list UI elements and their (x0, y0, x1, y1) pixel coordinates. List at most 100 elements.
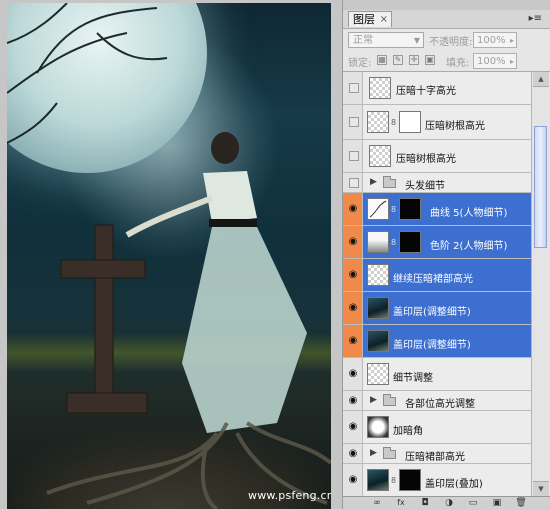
close-icon[interactable]: × (380, 12, 388, 28)
layers-scrollbar[interactable]: ▲ ▼ (531, 72, 550, 496)
chevron-right-icon[interactable]: ▶ (370, 177, 377, 187)
fx-icon[interactable]: fx (395, 498, 407, 508)
visibility-toggle[interactable]: ◉ (343, 358, 363, 390)
eye-icon: ◉ (348, 395, 358, 406)
mask-thumbnail[interactable] (399, 198, 421, 220)
tab-layers[interactable]: 图层 × (348, 11, 392, 27)
chevron-right-icon[interactable]: ▶ (370, 448, 377, 458)
visibility-toggle[interactable]: ◉ (343, 411, 363, 443)
chevron-down-icon: ▼ (413, 36, 420, 45)
fill-field[interactable]: 100% ▸ (473, 53, 517, 69)
layer-group-row[interactable]: ◉ ▶ 压暗裙部高光 (343, 444, 531, 464)
visibility-toggle[interactable]: ◉ (343, 325, 363, 357)
layer-name: 盖印层(叠加) (425, 479, 483, 490)
mask-thumbnail[interactable] (399, 111, 421, 133)
opacity-value: 100% (477, 35, 506, 46)
lock-label: 锁定: (348, 58, 372, 69)
blend-mode-select[interactable]: 正常 ▼ (348, 32, 424, 48)
layer-name: 压暗树根高光 (425, 121, 485, 132)
layer-row-selected[interactable]: ◉ 8 曲线 5(人物细节) (343, 193, 531, 226)
layer-group-row[interactable]: ◉ ▶ 各部位高光调整 (343, 391, 531, 411)
scroll-up-icon[interactable]: ▲ (533, 72, 549, 87)
eye-icon: ◉ (348, 302, 358, 313)
layer-thumbnail (367, 469, 389, 491)
artwork-image[interactable]: www.psfeng.cn (7, 3, 331, 509)
layer-row[interactable]: ◉ 8 盖印层(叠加) (343, 464, 531, 496)
mask-thumbnail[interactable] (399, 231, 421, 253)
layer-row[interactable]: ◉ 细节调整 (343, 358, 531, 391)
visibility-toggle[interactable] (343, 173, 363, 192)
visibility-toggle[interactable]: ◉ (343, 226, 363, 258)
eye-icon: ◉ (348, 236, 358, 247)
group-icon[interactable]: ▭ (467, 498, 479, 508)
layer-thumbnail (367, 297, 389, 319)
layer-row[interactable]: ◉ 加暗角 (343, 411, 531, 444)
layer-thumbnail (367, 416, 389, 438)
layer-row[interactable]: 压暗十字高光 (343, 72, 531, 105)
layer-name: 细节调整 (393, 373, 433, 384)
visibility-toggle[interactable] (343, 140, 363, 172)
document-canvas-area: www.psfeng.cn (0, 0, 342, 509)
link-icon: 8 (391, 238, 397, 247)
visibility-toggle[interactable]: ◉ (343, 193, 363, 225)
layer-row-selected[interactable]: ◉ 继续压暗裙部高光 (343, 259, 531, 292)
layer-name: 压暗裙部高光 (405, 452, 465, 463)
lock-transparency-icon[interactable]: ▦ (377, 55, 387, 65)
layer-row[interactable]: 压暗树根高光 (343, 140, 531, 173)
layer-name: 盖印层(调整细节) (393, 340, 471, 351)
visibility-toggle[interactable]: ◉ (343, 464, 363, 496)
lock-image-icon[interactable]: ✎ (393, 55, 403, 65)
layer-row-selected[interactable]: ◉ 盖印层(调整细节) (343, 325, 531, 358)
layers-panel: 图层 × ▸≡ 正常 ▼ 不透明度: 100% ▸ 锁定: ▦ ✎ ✛ ▣ 填充… (342, 0, 550, 510)
opacity-field[interactable]: 100% ▸ (473, 32, 517, 48)
layer-row-selected[interactable]: ◉ 盖印层(调整细节) (343, 292, 531, 325)
visibility-toggle[interactable] (343, 105, 363, 139)
lock-options-row: 锁定: ▦ ✎ ✛ ▣ 填充: 100% ▸ (343, 51, 550, 72)
eye-icon: ◉ (348, 421, 358, 432)
layer-thumbnail (367, 111, 389, 133)
layer-group-row[interactable]: ▶ 头发细节 (343, 173, 531, 193)
panel-menu-icon[interactable]: ▸≡ (529, 13, 542, 24)
visibility-toggle[interactable]: ◉ (343, 292, 363, 324)
layer-name: 盖印层(调整细节) (393, 307, 471, 318)
lock-all-icon[interactable]: ▣ (425, 55, 435, 65)
visibility-toggle[interactable]: ◉ (343, 259, 363, 291)
levels-adjustment-icon (367, 231, 389, 253)
layer-name: 加暗角 (393, 426, 423, 437)
visibility-toggle[interactable]: ◉ (343, 391, 363, 410)
visibility-toggle[interactable]: ◉ (343, 444, 363, 463)
layer-name: 曲线 5(人物细节) (430, 208, 508, 219)
scrollbar-thumb[interactable] (534, 126, 547, 248)
curve-glyph (369, 200, 387, 218)
adjustment-icon[interactable]: ◑ (443, 498, 455, 508)
link-icon: 8 (391, 118, 397, 127)
folder-icon (383, 176, 396, 188)
chevron-right-icon: ▸ (509, 36, 514, 45)
layer-thumbnail (367, 330, 389, 352)
mask-icon[interactable]: ◘ (419, 498, 431, 508)
visibility-off-box (349, 178, 359, 188)
visibility-toggle[interactable] (343, 72, 363, 104)
opacity-label: 不透明度: (429, 37, 473, 48)
mask-thumbnail[interactable] (399, 469, 421, 491)
layer-name: 压暗十字高光 (396, 86, 456, 97)
link-icon: 8 (391, 476, 397, 485)
chevron-right-icon: ▸ (509, 57, 514, 66)
layer-thumbnail (367, 264, 389, 286)
fill-value: 100% (477, 56, 506, 67)
link-layers-icon[interactable]: ∞ (371, 498, 383, 508)
panel-title-strip[interactable] (343, 0, 550, 10)
scroll-down-icon[interactable]: ▼ (533, 481, 549, 496)
lock-position-icon[interactable]: ✛ (409, 55, 419, 65)
folder-icon (383, 394, 396, 406)
layer-row[interactable]: 8 压暗树根高光 (343, 105, 531, 140)
layer-row-selected[interactable]: ◉ 8 色阶 2(人物细节) (343, 226, 531, 259)
new-layer-icon[interactable]: ▣ (491, 498, 503, 508)
blend-mode-value: 正常 (353, 35, 373, 46)
chevron-right-icon[interactable]: ▶ (370, 395, 377, 405)
trash-icon[interactable]: 🗑 (515, 498, 527, 508)
watermark-text: www.psfeng.cn (248, 489, 331, 502)
layer-thumbnail (369, 145, 391, 167)
fill-label: 填充: (446, 58, 470, 69)
layers-list: 压暗十字高光 8 压暗树根高光 压暗树根高光 ▶ 头发细节 ◉ 8 曲线 5(人… (343, 72, 531, 496)
